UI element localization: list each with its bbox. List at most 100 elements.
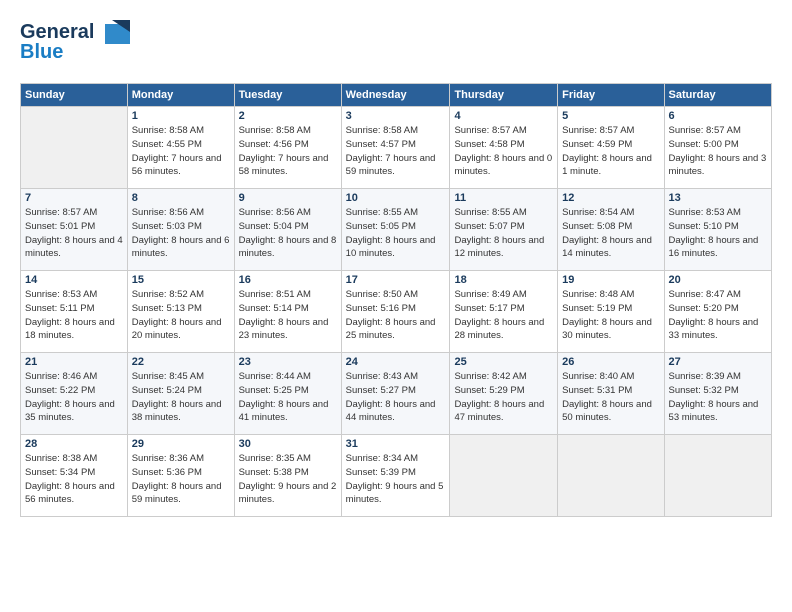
calendar-day-cell: 4Sunrise: 8:57 AMSunset: 4:58 PMDaylight… — [450, 107, 558, 189]
calendar-day-cell — [450, 435, 558, 517]
calendar-day-cell — [21, 107, 128, 189]
calendar-day-cell: 11Sunrise: 8:55 AMSunset: 5:07 PMDayligh… — [450, 189, 558, 271]
calendar-day-cell: 15Sunrise: 8:52 AMSunset: 5:13 PMDayligh… — [127, 271, 234, 353]
day-number: 19 — [562, 274, 659, 286]
day-number: 1 — [132, 110, 230, 122]
day-number: 28 — [25, 438, 123, 450]
day-number: 24 — [346, 356, 446, 368]
day-info: Sunrise: 8:58 AMSunset: 4:57 PMDaylight:… — [346, 124, 446, 179]
calendar-day-cell: 14 Sunrise: 8:53 AMSunset: 5:11 PMDayligh… — [21, 271, 128, 353]
day-number: 7 — [25, 192, 123, 204]
day-number: 3 — [346, 110, 446, 122]
calendar-day-cell: 28 Sunrise: 8:38 AMSunset: 5:34 PMDayligh… — [21, 435, 128, 517]
day-number: 12 — [562, 192, 659, 204]
day-number: 23 — [239, 356, 337, 368]
weekday-header-cell: Thursday — [450, 84, 558, 107]
calendar-day-cell: 1 Sunrise: 8:58 AMSunset: 4:55 PMDaylight… — [127, 107, 234, 189]
calendar-table: SundayMondayTuesdayWednesdayThursdayFrid… — [20, 83, 772, 517]
day-info: Sunrise: 8:58 AMSunset: 4:56 PMDaylight:… — [239, 124, 337, 179]
calendar-day-cell: 26Sunrise: 8:40 AMSunset: 5:31 PMDayligh… — [558, 353, 664, 435]
day-number: 17 — [346, 274, 446, 286]
day-number: 2 — [239, 110, 337, 122]
day-info: Sunrise: 8:40 AMSunset: 5:31 PMDaylight:… — [562, 370, 659, 425]
calendar-week-row: 28 Sunrise: 8:38 AMSunset: 5:34 PMDayligh… — [21, 435, 772, 517]
calendar-day-cell: 5 Sunrise: 8:57 AMSunset: 4:59 PMDaylight… — [558, 107, 664, 189]
calendar-day-cell: 7 Sunrise: 8:57 AMSunset: 5:01 PMDaylight… — [21, 189, 128, 271]
day-number: 31 — [346, 438, 446, 450]
calendar-day-cell: 10 Sunrise: 8:55 AMSunset: 5:05 PMDayligh… — [341, 189, 450, 271]
weekday-header-cell: Tuesday — [234, 84, 341, 107]
day-number: 13 — [669, 192, 767, 204]
calendar-day-cell: 12 Sunrise: 8:54 AMSunset: 5:08 PMDayligh… — [558, 189, 664, 271]
day-info: Sunrise: 8:44 AMSunset: 5:25 PMDaylight:… — [239, 370, 337, 425]
calendar-day-cell — [558, 435, 664, 517]
day-info: Sunrise: 8:42 AMSunset: 5:29 PMDaylight:… — [454, 370, 553, 425]
header: General Blue — [20, 16, 772, 71]
day-info: Sunrise: 8:57 AMSunset: 5:01 PMDaylight:… — [25, 206, 123, 261]
logo-text: General Blue — [20, 16, 130, 71]
calendar-container: General Blue SundayMondayTuesdayWednesda… — [0, 0, 792, 527]
calendar-day-cell: 3 Sunrise: 8:58 AMSunset: 4:57 PMDaylight… — [341, 107, 450, 189]
day-number: 18 — [454, 274, 553, 286]
calendar-day-cell: 21Sunrise: 8:46 AMSunset: 5:22 PMDayligh… — [21, 353, 128, 435]
day-info: Sunrise: 8:34 AMSunset: 5:39 PMDaylight:… — [346, 452, 446, 507]
day-number: 29 — [132, 438, 230, 450]
calendar-day-cell: 30Sunrise: 8:35 AMSunset: 5:38 PMDayligh… — [234, 435, 341, 517]
calendar-day-cell — [664, 435, 771, 517]
calendar-week-row: 1 Sunrise: 8:58 AMSunset: 4:55 PMDaylight… — [21, 107, 772, 189]
day-info: Sunrise: 8:53 AMSunset: 5:11 PMDaylight:… — [25, 288, 123, 343]
day-number: 11 — [454, 192, 553, 204]
calendar-week-row: 21Sunrise: 8:46 AMSunset: 5:22 PMDayligh… — [21, 353, 772, 435]
calendar-day-cell: 23 Sunrise: 8:44 AMSunset: 5:25 PMDayligh… — [234, 353, 341, 435]
calendar-week-row: 14 Sunrise: 8:53 AMSunset: 5:11 PMDayligh… — [21, 271, 772, 353]
day-info: Sunrise: 8:55 AMSunset: 5:05 PMDaylight:… — [346, 206, 446, 261]
day-info: Sunrise: 8:51 AMSunset: 5:14 PMDaylight:… — [239, 288, 337, 343]
day-number: 22 — [132, 356, 230, 368]
calendar-day-cell: 16 Sunrise: 8:51 AMSunset: 5:14 PMDayligh… — [234, 271, 341, 353]
calendar-day-cell: 18 Sunrise: 8:49 AMSunset: 5:17 PMDayligh… — [450, 271, 558, 353]
day-info: Sunrise: 8:50 AMSunset: 5:16 PMDaylight:… — [346, 288, 446, 343]
day-number: 25 — [454, 356, 553, 368]
day-info: Sunrise: 8:46 AMSunset: 5:22 PMDaylight:… — [25, 370, 123, 425]
day-number: 9 — [239, 192, 337, 204]
day-number: 20 — [669, 274, 767, 286]
day-info: Sunrise: 8:38 AMSunset: 5:34 PMDaylight:… — [25, 452, 123, 507]
day-info: Sunrise: 8:57 AMSunset: 5:00 PMDaylight:… — [669, 124, 767, 179]
weekday-header-cell: Friday — [558, 84, 664, 107]
calendar-day-cell: 27 Sunrise: 8:39 AMSunset: 5:32 PMDayligh… — [664, 353, 771, 435]
calendar-day-cell: 13 Sunrise: 8:53 AMSunset: 5:10 PMDayligh… — [664, 189, 771, 271]
day-info: Sunrise: 8:56 AMSunset: 5:04 PMDaylight:… — [239, 206, 337, 261]
weekday-header-row: SundayMondayTuesdayWednesdayThursdayFrid… — [21, 84, 772, 107]
day-info: Sunrise: 8:52 AMSunset: 5:13 PMDaylight:… — [132, 288, 230, 343]
svg-text:Blue: Blue — [20, 41, 63, 63]
day-number: 27 — [669, 356, 767, 368]
calendar-day-cell: 24 Sunrise: 8:43 AMSunset: 5:27 PMDayligh… — [341, 353, 450, 435]
day-info: Sunrise: 8:43 AMSunset: 5:27 PMDaylight:… — [346, 370, 446, 425]
day-info: Sunrise: 8:48 AMSunset: 5:19 PMDaylight:… — [562, 288, 659, 343]
day-number: 30 — [239, 438, 337, 450]
day-info: Sunrise: 8:58 AMSunset: 4:55 PMDaylight:… — [132, 124, 230, 179]
weekday-header-cell: Monday — [127, 84, 234, 107]
day-number: 14 — [25, 274, 123, 286]
day-number: 8 — [132, 192, 230, 204]
calendar-day-cell: 31 Sunrise: 8:34 AMSunset: 5:39 PMDayligh… — [341, 435, 450, 517]
calendar-day-cell: 17 Sunrise: 8:50 AMSunset: 5:16 PMDayligh… — [341, 271, 450, 353]
day-number: 10 — [346, 192, 446, 204]
weekday-header-cell: Wednesday — [341, 84, 450, 107]
day-info: Sunrise: 8:57 AMSunset: 4:59 PMDaylight:… — [562, 124, 659, 179]
day-number: 6 — [669, 110, 767, 122]
day-number: 5 — [562, 110, 659, 122]
day-info: Sunrise: 8:57 AMSunset: 4:58 PMDaylight:… — [454, 124, 553, 179]
calendar-day-cell: 9 Sunrise: 8:56 AMSunset: 5:04 PMDaylight… — [234, 189, 341, 271]
day-number: 16 — [239, 274, 337, 286]
day-info: Sunrise: 8:53 AMSunset: 5:10 PMDaylight:… — [669, 206, 767, 261]
day-info: Sunrise: 8:54 AMSunset: 5:08 PMDaylight:… — [562, 206, 659, 261]
day-info: Sunrise: 8:36 AMSunset: 5:36 PMDaylight:… — [132, 452, 230, 507]
calendar-day-cell: 20Sunrise: 8:47 AMSunset: 5:20 PMDayligh… — [664, 271, 771, 353]
weekday-header-cell: Sunday — [21, 84, 128, 107]
calendar-week-row: 7 Sunrise: 8:57 AMSunset: 5:01 PMDaylight… — [21, 189, 772, 271]
calendar-body: 1 Sunrise: 8:58 AMSunset: 4:55 PMDaylight… — [21, 107, 772, 517]
day-info: Sunrise: 8:49 AMSunset: 5:17 PMDaylight:… — [454, 288, 553, 343]
calendar-day-cell: 2 Sunrise: 8:58 AMSunset: 4:56 PMDaylight… — [234, 107, 341, 189]
day-info: Sunrise: 8:39 AMSunset: 5:32 PMDaylight:… — [669, 370, 767, 425]
